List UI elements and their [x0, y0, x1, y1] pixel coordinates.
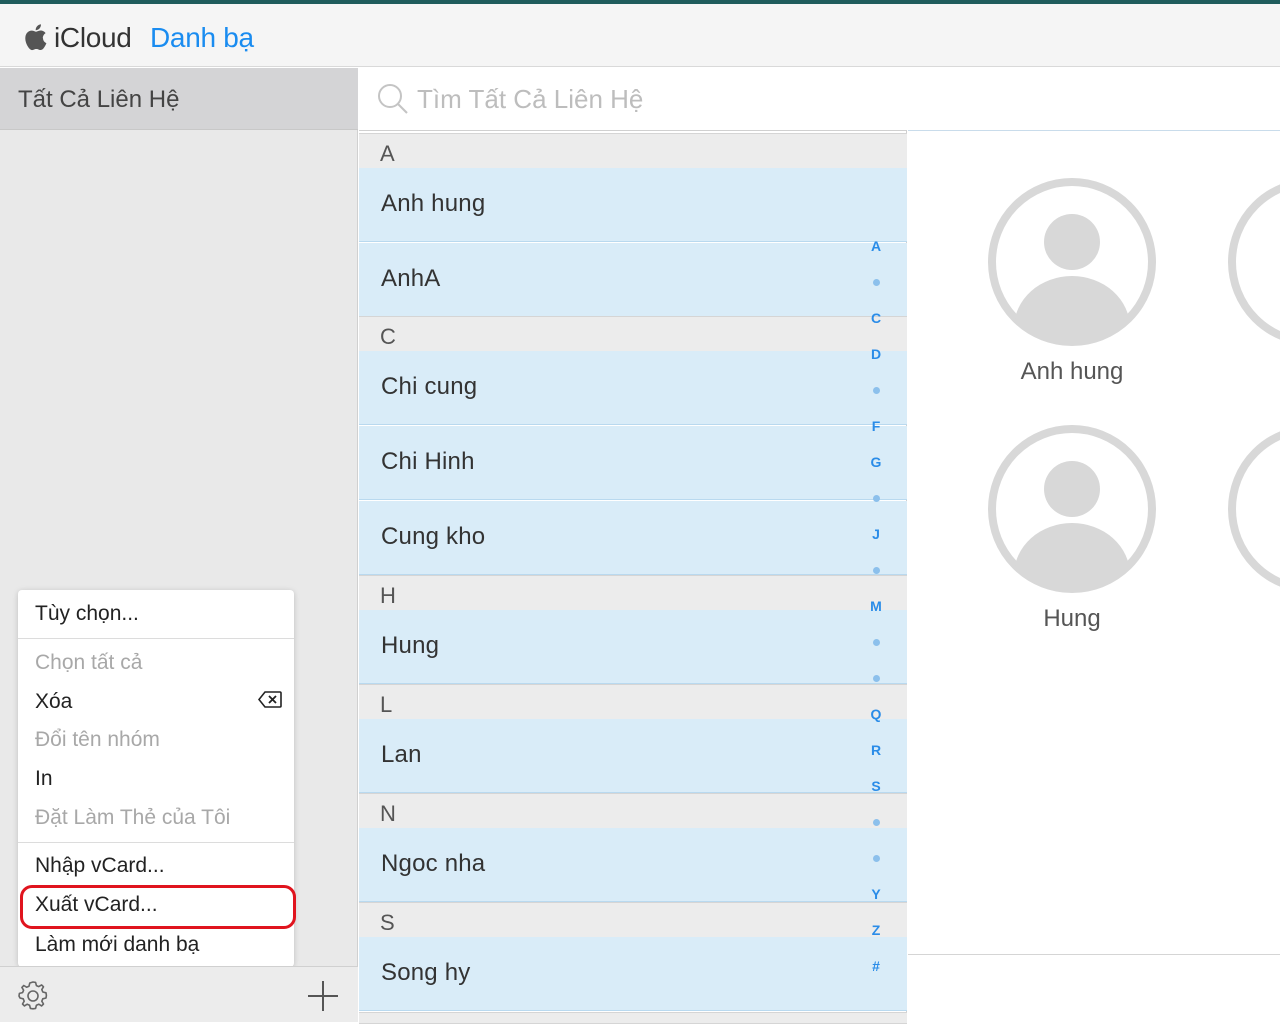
search-bar [359, 68, 907, 131]
avatar-icon-partial [1228, 431, 1280, 587]
section-header: A [359, 133, 907, 169]
section-letter: L [380, 692, 393, 717]
contacts-list-pane: A Anh hung AnhA C Chi cung Chi Hinh Cung… [359, 68, 907, 1024]
index-letter[interactable]: D [863, 346, 889, 362]
detail-header [908, 68, 1280, 131]
menu-item-print[interactable]: In [35, 767, 53, 791]
menu-item-select-all: Chọn tất cả [35, 651, 143, 674]
contact-name: Lan [381, 741, 422, 768]
index-dot [873, 387, 880, 394]
section-header: L [359, 684, 907, 720]
contact-name: Anh hung [381, 190, 486, 217]
index-dot [873, 567, 880, 574]
avatar-icon [988, 425, 1156, 593]
contact-name: Hung [381, 632, 440, 659]
contact-name: Ngoc nha [381, 850, 486, 877]
contact-card[interactable]: Anh hung [972, 176, 1172, 406]
contact-row[interactable]: Lan [359, 719, 907, 793]
index-dot [873, 279, 880, 286]
index-letter[interactable]: Z [863, 922, 889, 938]
menu-item-delete[interactable]: Xóa [35, 690, 72, 714]
index-letter[interactable]: S [863, 778, 889, 794]
contact-row[interactable]: Cung kho [359, 501, 907, 575]
sidebar-item-all-contacts[interactable]: Tất Cả Liên Hệ [0, 68, 358, 130]
section-letter: H [380, 583, 396, 608]
search-input[interactable] [417, 80, 887, 118]
index-dot [873, 495, 880, 502]
section-header: H [359, 575, 907, 611]
search-icon [378, 84, 408, 114]
contact-name: Chi Hinh [381, 448, 475, 475]
add-contact-icon[interactable] [306, 979, 340, 1013]
menu-item-make-my-card: Đặt Làm Thẻ của Tôi [35, 806, 231, 829]
index-letter[interactable]: R [863, 742, 889, 758]
contact-card[interactable]: Hung [972, 423, 1172, 653]
index-letter[interactable]: A [863, 238, 889, 254]
app-name[interactable]: Danh bạ [150, 22, 254, 54]
index-letter[interactable]: J [863, 526, 889, 542]
section-letter: C [380, 324, 396, 349]
index-letter[interactable]: C [863, 310, 889, 326]
apple-logo-icon [25, 24, 47, 51]
section-letter: S [380, 910, 395, 935]
menu-item-preferences[interactable]: Tùy chọn... [35, 602, 139, 626]
sidebar-item-label: Tất Cả Liên Hệ [18, 86, 180, 113]
export-highlight-ring [20, 885, 296, 929]
section-header: C [359, 316, 907, 352]
contact-name: Cung kho [381, 523, 486, 550]
section-header: N [359, 793, 907, 829]
avatar-icon-partial [1228, 184, 1280, 340]
contact-name: AnhA [381, 265, 441, 292]
contact-row[interactable]: Song hy [359, 937, 907, 1011]
index-letter[interactable]: Y [863, 886, 889, 902]
index-dot [873, 855, 880, 862]
index-letter[interactable]: Q [863, 706, 889, 722]
groups-sidebar: Tất Cả Liên Hệ Tùy chọn... Chọn tất cả X… [0, 68, 358, 1022]
menu-item-import-vcard[interactable]: Nhập vCard... [35, 854, 165, 878]
brand-label: iCloud [54, 22, 132, 53]
card-name: Hung [1043, 605, 1101, 632]
delete-backspace-icon [258, 691, 282, 708]
detail-divider [908, 954, 1280, 955]
gear-icon[interactable] [16, 979, 50, 1013]
section-header [359, 1012, 907, 1024]
contact-row[interactable]: Chi cung [359, 351, 907, 425]
contact-name: Song hy [381, 959, 471, 986]
section-letter: A [380, 141, 395, 166]
index-letter[interactable]: M [863, 598, 889, 614]
index-dot [873, 675, 880, 682]
settings-menu: Tùy chọn... Chọn tất cả Xóa Đổi tên nhóm… [18, 590, 296, 977]
contact-row[interactable]: Hung [359, 610, 907, 684]
menu-divider [18, 842, 294, 843]
contact-row[interactable]: AnhA [359, 243, 907, 317]
index-letter[interactable]: G [863, 454, 889, 470]
card-name: Anh hung [1020, 358, 1124, 385]
index-letter[interactable]: F [863, 418, 889, 434]
index-dot [873, 819, 880, 826]
contact-row[interactable]: Chi Hinh [359, 426, 907, 500]
contact-row[interactable]: Anh hung [359, 168, 907, 242]
index-letter[interactable]: # [863, 958, 889, 974]
contact-row[interactable]: Ngoc nha [359, 828, 907, 902]
index-dot [873, 639, 880, 646]
contact-name: Chi cung [381, 373, 478, 400]
avatar-icon [988, 178, 1156, 346]
section-letter: N [380, 801, 396, 826]
menu-item-rename-group: Đổi tên nhóm [35, 728, 160, 751]
section-header: S [359, 902, 907, 938]
contact-cards-pane: Anh hung Hung [908, 68, 1280, 1022]
menu-item-refresh-contacts[interactable]: Làm mới danh bạ [35, 933, 199, 957]
app-header: iCloud Danh bạ [0, 4, 1280, 67]
menu-divider [18, 638, 294, 639]
sidebar-footer [0, 966, 358, 1022]
